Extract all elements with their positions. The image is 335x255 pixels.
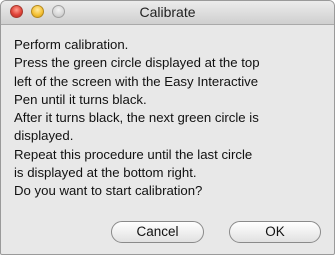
message-line: Pen until it turns black. [14, 91, 147, 107]
message-line: After it turns black, the next green cir… [14, 110, 259, 126]
cancel-button[interactable]: Cancel [111, 221, 204, 243]
message-line: is displayed at the bottom right. [14, 165, 197, 181]
message-line: Repeat this procedure until the last cir… [14, 146, 253, 162]
title-bar[interactable]: Calibrate [1, 1, 334, 25]
message-line: Press the green circle displayed at the … [14, 55, 260, 71]
calibrate-dialog: Calibrate Perform calibration. Press the… [0, 0, 335, 255]
ok-button[interactable]: OK [229, 221, 321, 243]
message-line: displayed. [14, 128, 74, 144]
message-line: Perform calibration. [14, 37, 129, 52]
dialog-message: Perform calibration. Press the green cir… [14, 36, 326, 201]
message-line: Do you want to start calibration? [14, 183, 203, 199]
message-line: left of the screen with the Easy Interac… [14, 73, 259, 89]
window-title: Calibrate [139, 4, 196, 20]
